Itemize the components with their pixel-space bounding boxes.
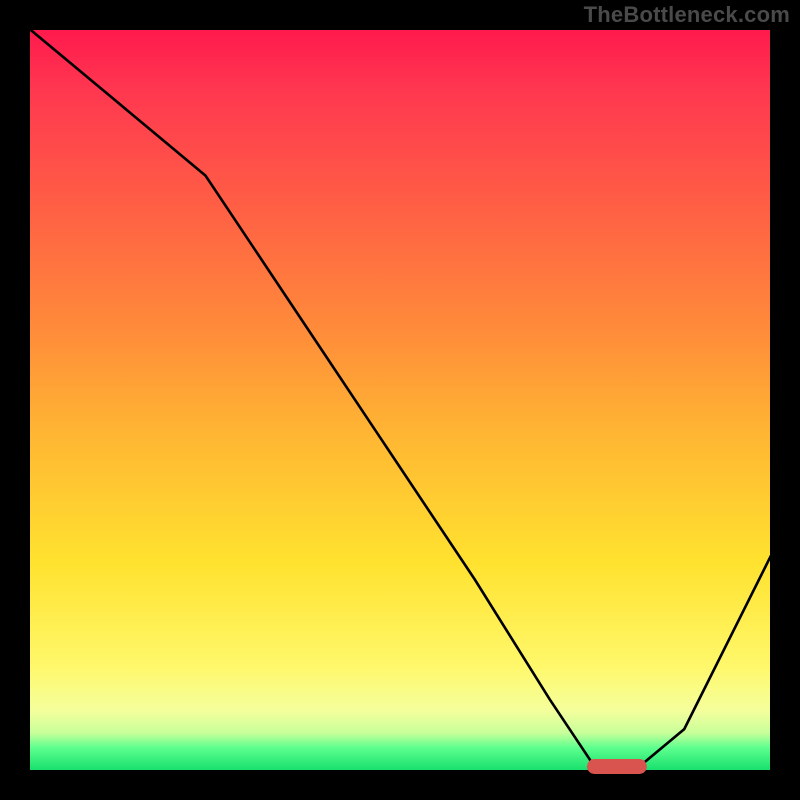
chart-frame: TheBottleneck.com xyxy=(0,0,800,800)
watermark-text: TheBottleneck.com xyxy=(584,2,790,28)
chart-svg-overlay xyxy=(26,26,774,774)
data-curve xyxy=(26,26,774,767)
marker-pill xyxy=(587,759,647,774)
